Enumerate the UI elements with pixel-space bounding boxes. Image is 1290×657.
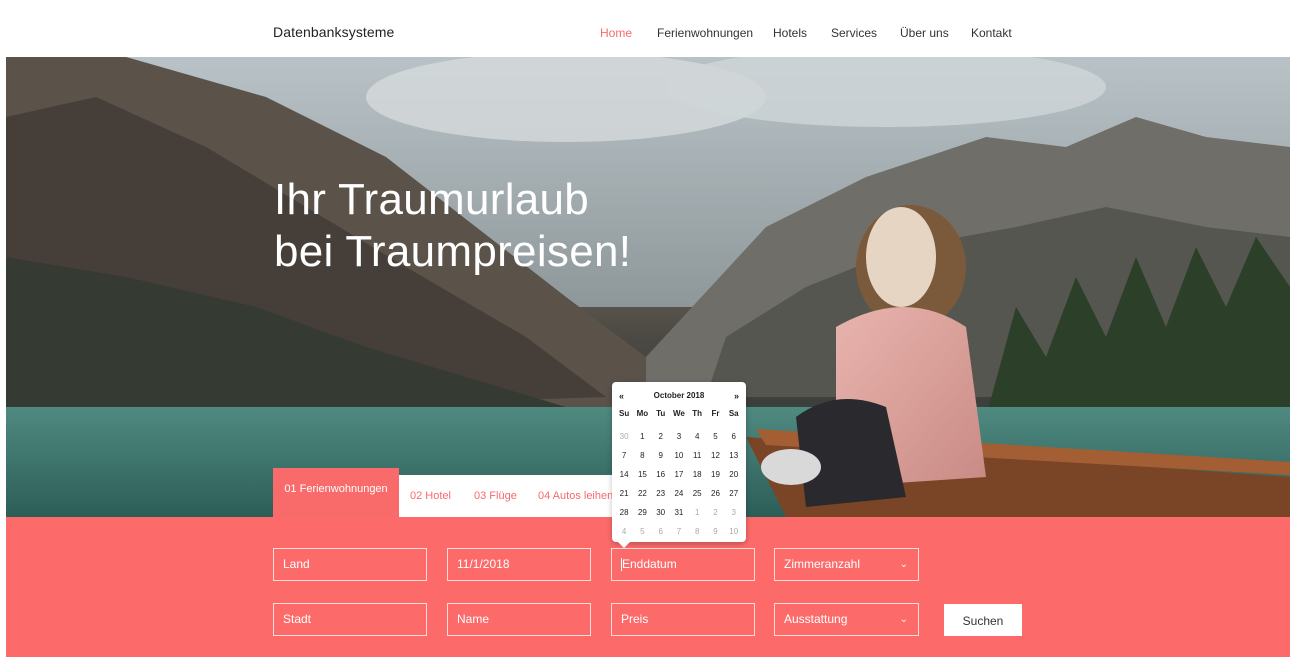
weekday-label: Mo <box>636 409 649 418</box>
weekday-label: Fr <box>711 409 720 418</box>
datepicker-week-row: 14 15 16 17 18 19 20 <box>615 465 743 484</box>
start-date-value: 11/1/2018 <box>457 557 510 571</box>
datepicker-day[interactable]: 26 <box>706 484 724 503</box>
ausstattung-select[interactable]: Ausstattung ⌄ <box>774 603 919 636</box>
hero-heading-line1: Ihr Traumurlaub <box>274 175 590 224</box>
nav-ueber-uns[interactable]: Über uns <box>900 26 949 40</box>
datepicker-day[interactable]: 29 <box>633 503 651 522</box>
stadt-placeholder: Stadt <box>283 612 312 626</box>
datepicker-day[interactable]: 2 <box>652 427 670 446</box>
datepicker-day[interactable]: 4 <box>615 522 633 541</box>
datepicker-day[interactable]: 21 <box>615 484 633 503</box>
datepicker-day[interactable]: 17 <box>670 465 688 484</box>
nav-kontakt[interactable]: Kontakt <box>971 26 1012 40</box>
datepicker-day[interactable]: 1 <box>633 427 651 446</box>
datepicker-day[interactable]: 3 <box>670 427 688 446</box>
tab-ferienwohnungen[interactable]: 01 Ferienwohnungen <box>273 468 399 517</box>
tab-autos-leihen[interactable]: 04 Autos leihen <box>538 490 613 502</box>
datepicker-day[interactable]: 8 <box>633 446 651 465</box>
rooms-select-value: Zimmeranzahl <box>784 557 861 571</box>
datepicker-day[interactable]: 25 <box>688 484 706 503</box>
datepicker-month-title[interactable]: October 2018 <box>612 391 746 400</box>
datepicker-day[interactable]: 30 <box>652 503 670 522</box>
hero-heading: Ihr Traumurlaub bei Traumpreisen! <box>274 174 631 278</box>
datepicker-day[interactable]: 7 <box>615 446 633 465</box>
datepicker-popup: « October 2018 » Su Mo Tu We Th Fr Sa 30 1 2 3 4 5 6… <box>612 382 746 548</box>
datepicker-week-row: 30 1 2 3 4 5 6 <box>615 427 743 446</box>
weekday-label: Th <box>692 409 703 418</box>
datepicker-day[interactable]: 20 <box>725 465 743 484</box>
rooms-select[interactable]: Zimmeranzahl ⌄ <box>774 548 919 581</box>
end-date-field[interactable]: Enddatum <box>611 548 755 581</box>
datepicker-day[interactable]: 9 <box>706 522 724 541</box>
datepicker-day[interactable]: 6 <box>652 522 670 541</box>
nav-home[interactable]: Home <box>600 26 632 40</box>
nav-hotels[interactable]: Hotels <box>773 26 807 40</box>
datepicker-day[interactable]: 19 <box>706 465 724 484</box>
datepicker-day[interactable]: 10 <box>725 522 743 541</box>
datepicker-week-row: 4 5 6 7 8 9 10 <box>615 522 743 541</box>
datepicker-day[interactable]: 8 <box>688 522 706 541</box>
datepicker-day[interactable]: 15 <box>633 465 651 484</box>
ausstattung-select-value: Ausstattung <box>784 612 848 626</box>
datepicker-day[interactable]: 12 <box>706 446 724 465</box>
nav-services[interactable]: Services <box>831 26 877 40</box>
search-button[interactable]: Suchen <box>944 604 1022 636</box>
datepicker-days-grid: 30 1 2 3 4 5 6 7 8 9 10 11 12 13 14 15 16 17 18 19 20 21 22 23 2… <box>615 427 743 541</box>
tab-fluege[interactable]: 03 Flüge <box>474 490 517 502</box>
land-placeholder: Land <box>283 557 310 571</box>
chevron-down-icon: ⌄ <box>899 614 908 625</box>
start-date-field[interactable]: 11/1/2018 <box>447 548 591 581</box>
top-navbar: Datenbanksysteme Home Ferienwohnungen Ho… <box>0 0 1290 57</box>
datepicker-day[interactable]: 24 <box>670 484 688 503</box>
datepicker-header: « October 2018 » <box>612 391 746 403</box>
datepicker-day[interactable]: 28 <box>615 503 633 522</box>
next-month-button[interactable]: » <box>734 391 739 401</box>
datepicker-day[interactable]: 23 <box>652 484 670 503</box>
weekday-label: We <box>673 409 685 418</box>
datepicker-day[interactable]: 27 <box>725 484 743 503</box>
tab-hotel[interactable]: 02 Hotel <box>410 490 451 502</box>
datepicker-day[interactable]: 14 <box>615 465 633 484</box>
hero-heading-line2: bei Traumpreisen! <box>274 227 632 276</box>
stadt-field[interactable]: Stadt <box>273 603 427 636</box>
datepicker-week-row: 21 22 23 24 25 26 27 <box>615 484 743 503</box>
datepicker-day[interactable]: 6 <box>725 427 743 446</box>
weekday-header: Su Mo Tu We Th Fr Sa <box>615 409 743 418</box>
datepicker-day[interactable]: 5 <box>706 427 724 446</box>
datepicker-day[interactable]: 1 <box>688 503 706 522</box>
main-nav: Home Ferienwohnungen Hotels Services Übe… <box>0 26 1290 42</box>
datepicker-day[interactable]: 5 <box>633 522 651 541</box>
land-field[interactable]: Land <box>273 548 427 581</box>
datepicker-day[interactable]: 18 <box>688 465 706 484</box>
booking-tabs: 01 Ferienwohnungen 02 Hotel 03 Flüge 04 … <box>273 468 613 517</box>
name-placeholder: Name <box>457 612 490 626</box>
datepicker-day[interactable]: 2 <box>706 503 724 522</box>
name-field[interactable]: Name <box>447 603 591 636</box>
chevron-down-icon: ⌄ <box>899 559 908 570</box>
weekday-label: Sa <box>728 409 739 418</box>
datepicker-day[interactable]: 4 <box>688 427 706 446</box>
end-date-placeholder: Enddatum <box>622 557 677 571</box>
datepicker-day[interactable]: 11 <box>688 446 706 465</box>
weekday-label: Tu <box>656 409 666 418</box>
datepicker-day[interactable]: 9 <box>652 446 670 465</box>
datepicker-day[interactable]: 10 <box>670 446 688 465</box>
datepicker-day[interactable]: 7 <box>670 522 688 541</box>
preis-field[interactable]: Preis <box>611 603 755 636</box>
datepicker-week-row: 28 29 30 31 1 2 3 <box>615 503 743 522</box>
datepicker-day[interactable]: 31 <box>670 503 688 522</box>
datepicker-week-row: 7 8 9 10 11 12 13 <box>615 446 743 465</box>
datepicker-day[interactable]: 22 <box>633 484 651 503</box>
datepicker-day[interactable]: 3 <box>725 503 743 522</box>
weekday-label: Su <box>619 409 630 418</box>
datepicker-day[interactable]: 13 <box>725 446 743 465</box>
nav-ferienwohnungen[interactable]: Ferienwohnungen <box>657 26 753 40</box>
datepicker-day[interactable]: 30 <box>615 427 633 446</box>
datepicker-day[interactable]: 16 <box>652 465 670 484</box>
preis-placeholder: Preis <box>621 612 649 626</box>
